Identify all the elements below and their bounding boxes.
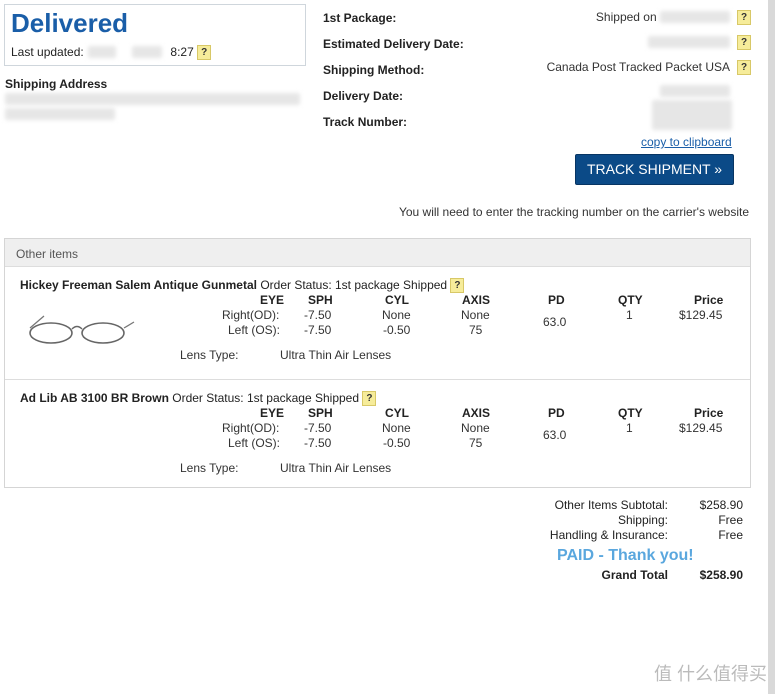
left-axis: 75 bbox=[469, 436, 483, 450]
item-name[interactable]: Ad Lib AB 3100 BR Brown bbox=[20, 391, 169, 405]
help-icon[interactable]: ? bbox=[737, 60, 751, 75]
left-sph: -7.50 bbox=[304, 323, 332, 337]
package-label: 1st Package: bbox=[323, 11, 397, 25]
copy-to-clipboard-link[interactable]: copy to clipboard bbox=[641, 135, 732, 149]
item-title: Hickey Freeman Salem Antique Gunmetal Or… bbox=[20, 278, 465, 294]
lens-type-value: Ultra Thin Air Lenses bbox=[280, 348, 392, 362]
help-icon[interactable]: ? bbox=[197, 45, 212, 61]
item-title: Ad Lib AB 3100 BR Brown Order Status: 1s… bbox=[20, 391, 377, 407]
col-axis: AXIS bbox=[462, 293, 491, 307]
tracking-note: You will need to enter the tracking numb… bbox=[398, 205, 749, 219]
left-sph: -7.50 bbox=[304, 436, 332, 450]
left-cyl: -0.50 bbox=[383, 436, 411, 450]
delivery-date-label: Delivery Date: bbox=[323, 89, 404, 103]
shipping-method-value: Canada Post Tracked Packet USA bbox=[546, 60, 730, 74]
track-number-label: Track Number: bbox=[323, 115, 408, 129]
item-status: Order Status: 1st package Shipped bbox=[172, 391, 360, 405]
col-axis: AXIS bbox=[462, 406, 491, 420]
shipping-method-label: Shipping Method: bbox=[323, 63, 425, 77]
col-qty: QTY bbox=[618, 406, 643, 420]
lens-type-value: Ultra Thin Air Lenses bbox=[280, 461, 392, 475]
item-qty: 1 bbox=[626, 308, 633, 322]
subtotal-label: Other Items Subtotal: bbox=[554, 498, 668, 512]
item-status: Order Status: 1st package Shipped bbox=[260, 278, 448, 292]
glasses-image bbox=[29, 315, 135, 344]
last-updated-time: 8:27 bbox=[170, 45, 194, 59]
item-qty: 1 bbox=[626, 421, 633, 435]
right-sph: -7.50 bbox=[304, 308, 332, 322]
items-panel bbox=[4, 238, 751, 488]
lens-type-label: Lens Type: bbox=[180, 348, 239, 362]
col-qty: QTY bbox=[618, 293, 643, 307]
items-header bbox=[5, 239, 750, 266]
col-eye: EYE bbox=[260, 293, 285, 307]
right-sph: -7.50 bbox=[304, 421, 332, 435]
help-icon[interactable]: ? bbox=[450, 278, 465, 294]
left-cyl: -0.50 bbox=[383, 323, 411, 337]
shipping-cost-label: Shipping: bbox=[617, 513, 668, 527]
subtotal-value: $258.90 bbox=[699, 498, 743, 512]
shipping-address-label: Shipping Address bbox=[5, 77, 108, 91]
left-eye-label: Left (OS): bbox=[228, 436, 281, 450]
grand-total-value: $258.90 bbox=[699, 568, 743, 582]
col-cyl: CYL bbox=[385, 293, 409, 307]
col-sph: SPH bbox=[308, 406, 333, 420]
right-eye-label: Right(OD): bbox=[222, 308, 280, 322]
help-icon[interactable]: ? bbox=[362, 391, 377, 407]
left-axis: 75 bbox=[469, 323, 483, 337]
shipping-cost-value: Free bbox=[718, 513, 743, 527]
col-sph: SPH bbox=[308, 293, 333, 307]
order-status-title: Delivered bbox=[11, 8, 129, 38]
grand-total-label: Grand Total bbox=[601, 568, 668, 582]
handling-label: Handling & Insurance: bbox=[549, 528, 668, 542]
shipped-on-text: Shipped on bbox=[595, 10, 657, 24]
handling-value: Free bbox=[718, 528, 743, 542]
estimated-delivery-label: Estimated Delivery Date: bbox=[323, 37, 464, 51]
item-pd: 63.0 bbox=[543, 428, 567, 442]
col-price: Price bbox=[694, 293, 724, 307]
paid-message: PAID - Thank you! bbox=[557, 547, 694, 564]
watermark: 值 什么值得买 bbox=[653, 664, 767, 684]
right-cyl: None bbox=[382, 308, 411, 322]
col-pd: PD bbox=[548, 293, 565, 307]
col-price: Price bbox=[694, 406, 724, 420]
item-price: $129.45 bbox=[679, 308, 723, 322]
right-axis: None bbox=[461, 308, 490, 322]
right-cyl: None bbox=[382, 421, 411, 435]
scroll-edge bbox=[768, 0, 775, 694]
left-eye-label: Left (OS): bbox=[228, 323, 281, 337]
item-price: $129.45 bbox=[679, 421, 723, 435]
help-icon[interactable]: ? bbox=[737, 35, 751, 50]
right-axis: None bbox=[461, 421, 490, 435]
col-eye: EYE bbox=[260, 406, 285, 420]
track-shipment-button[interactable]: TRACK SHIPMENT » bbox=[575, 154, 734, 185]
col-cyl: CYL bbox=[385, 406, 409, 420]
help-icon[interactable]: ? bbox=[737, 10, 751, 25]
last-updated-label: Last updated: bbox=[11, 45, 84, 59]
col-pd: PD bbox=[548, 406, 565, 420]
item-pd: 63.0 bbox=[543, 315, 567, 329]
lens-type-label: Lens Type: bbox=[180, 461, 239, 475]
items-header-label: Other items bbox=[16, 247, 79, 261]
item-name[interactable]: Hickey Freeman Salem Antique Gunmetal bbox=[20, 278, 257, 292]
right-eye-label: Right(OD): bbox=[222, 421, 280, 435]
